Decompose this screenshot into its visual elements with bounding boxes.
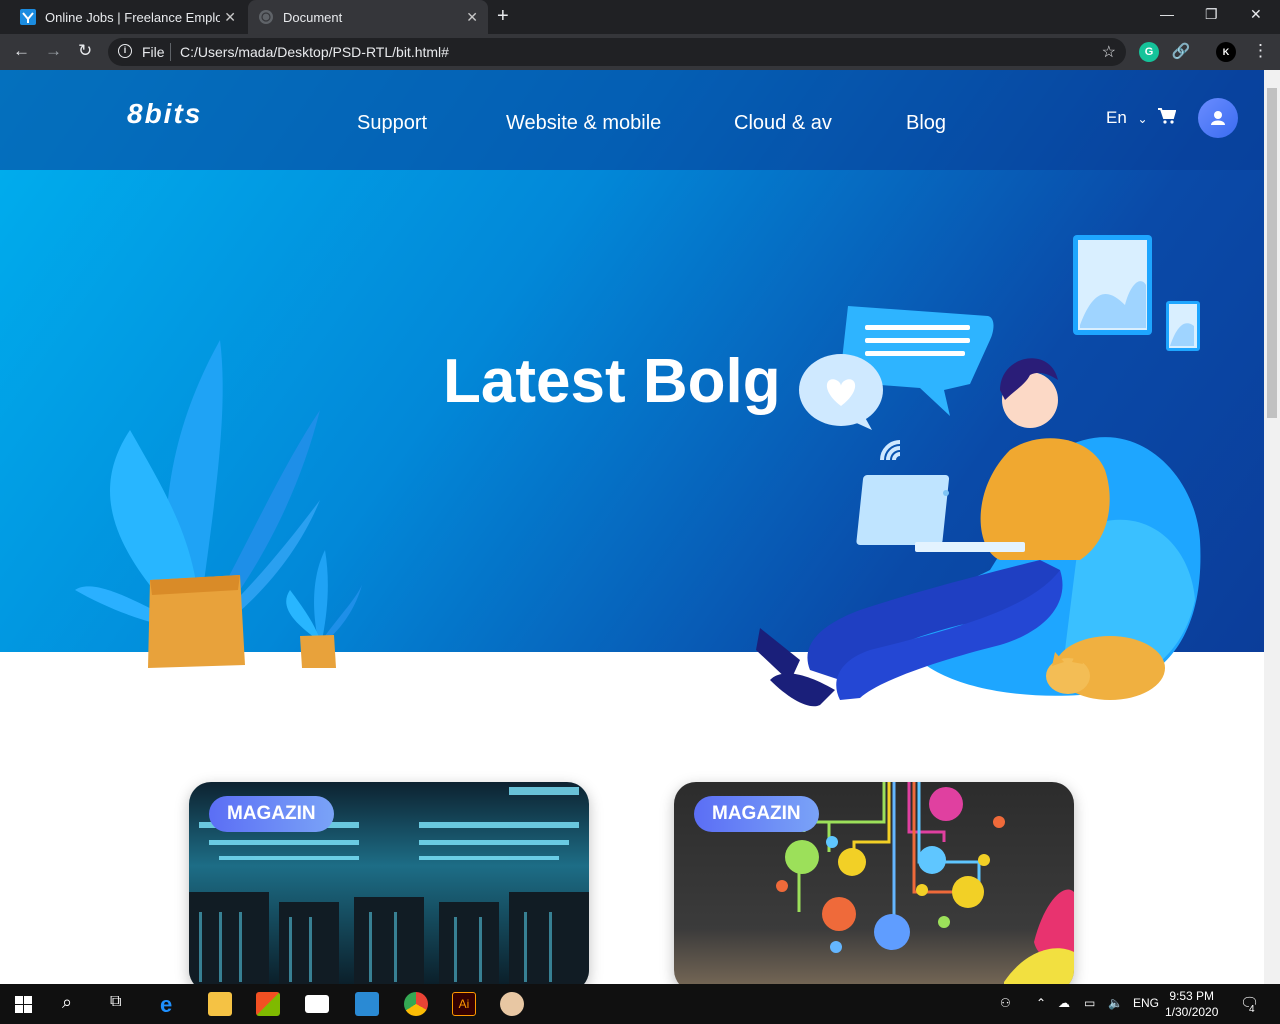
paint-icon[interactable] (500, 992, 524, 1016)
nav-link-cloud-av[interactable]: Cloud & av (734, 112, 832, 135)
chrome-icon[interactable] (404, 992, 428, 1016)
input-language[interactable]: ENG (1133, 996, 1159, 1010)
nav-link-support[interactable]: Support (357, 112, 427, 135)
search-icon[interactable]: ⌕ (62, 992, 72, 1013)
chat-bubbles-illustration (799, 306, 994, 461)
file-explorer-icon[interactable] (208, 992, 232, 1016)
tab-title: Document (283, 9, 343, 25)
illustrator-icon[interactable]: Ai (452, 992, 476, 1016)
windows-start-icon[interactable] (15, 996, 32, 1013)
grammarly-extension-icon[interactable]: G (1139, 42, 1159, 62)
blog-card[interactable]: MAGAZIN (674, 782, 1074, 984)
mail-icon[interactable] (305, 995, 329, 1013)
store-icon[interactable] (256, 992, 280, 1016)
picture-frames-illustration (1073, 235, 1200, 351)
page-title: Latest Bolg (443, 347, 781, 416)
category-badge[interactable]: MAGAZIN (209, 796, 334, 832)
language-selector[interactable]: En ⌄ (1106, 108, 1148, 128)
bookmark-star-icon[interactable]: ☆ (1102, 42, 1116, 62)
volume-icon[interactable]: 🔈 (1108, 996, 1123, 1010)
profile-avatar-icon[interactable]: K (1216, 42, 1236, 62)
user-icon (1211, 111, 1225, 125)
cart-icon[interactable] (1158, 108, 1176, 124)
task-view-icon[interactable]: ⧉ (110, 993, 121, 1011)
blog-card[interactable]: MAGAZIN (189, 782, 589, 984)
minimize-icon[interactable]: — (1160, 6, 1174, 22)
upwork-favicon-icon (20, 9, 36, 25)
new-tab-button[interactable]: + (497, 5, 509, 28)
reload-icon[interactable]: ↻ (78, 41, 92, 61)
separator (170, 43, 171, 61)
close-tab-icon[interactable]: ✕ (224, 9, 236, 26)
chevron-down-icon: ⌄ (1137, 112, 1148, 126)
info-icon[interactable]: i (118, 44, 132, 58)
site-logo[interactable]: 8bits (127, 98, 202, 130)
notification-count-badge: 4 (1249, 1004, 1255, 1015)
windows-taskbar: ⌕ ⧉ e Ai ⚇ ⌃ ☁ ▭ 🔈 ENG 9:53 PM 1/30/2020… (0, 984, 1280, 1024)
edge-icon[interactable]: e (160, 992, 184, 1017)
people-icon[interactable]: ⚇ (1000, 996, 1011, 1010)
hero-section: 8bits Support Website & mobile Cloud & a… (0, 70, 1264, 707)
browser-tab-active[interactable]: Document ✕ (248, 0, 488, 34)
browser-toolbar: ← → ↻ i File C:/Users/mada/Desktop/PSD-R… (0, 34, 1280, 70)
network-icon[interactable]: ▭ (1084, 996, 1095, 1010)
onedrive-icon[interactable]: ☁ (1058, 996, 1070, 1010)
language-label: En (1106, 108, 1127, 127)
forward-icon[interactable]: → (45, 41, 62, 61)
site-navbar: 8bits Support Website & mobile Cloud & a… (0, 70, 1264, 170)
restore-icon[interactable]: ❐ (1205, 6, 1218, 23)
tab-title: Online Jobs | Freelance Employm (45, 9, 220, 25)
page-scrollbar[interactable] (1264, 70, 1280, 984)
clock-date: 1/30/2020 (1165, 1005, 1219, 1019)
user-avatar-button[interactable] (1198, 98, 1238, 138)
vscode-icon[interactable] (355, 992, 379, 1016)
close-window-icon[interactable]: ✕ (1250, 6, 1262, 23)
system-clock[interactable]: 9:53 PM 1/30/2020 (1165, 988, 1218, 1020)
link-extension-icon[interactable]: 🔗 (1171, 42, 1191, 62)
browser-tab[interactable]: Online Jobs | Freelance Employm ✕ (10, 0, 246, 34)
file-label: File (142, 44, 165, 60)
clock-time: 9:53 PM (1169, 989, 1215, 1003)
url-text[interactable]: C:/Users/mada/Desktop/PSD-RTL/bit.html# (180, 44, 449, 60)
browser-tab-bar: Online Jobs | Freelance Employm ✕ Docume… (0, 0, 1280, 34)
back-icon[interactable]: ← (13, 41, 30, 61)
scrollbar-thumb[interactable] (1267, 88, 1277, 418)
category-badge[interactable]: MAGAZIN (694, 796, 819, 832)
nav-link-blog[interactable]: Blog (906, 112, 946, 135)
plant-illustration (75, 340, 362, 668)
address-bar[interactable]: i File C:/Users/mada/Desktop/PSD-RTL/bit… (108, 38, 1126, 66)
chevron-up-icon[interactable]: ⌃ (1036, 996, 1046, 1010)
nav-link-website-mobile[interactable]: Website & mobile (506, 112, 661, 135)
globe-icon (259, 10, 273, 24)
web-page: 8bits Support Website & mobile Cloud & a… (0, 70, 1264, 984)
close-tab-icon[interactable]: ✕ (466, 9, 478, 26)
menu-icon[interactable]: ⋮ (1252, 41, 1269, 61)
